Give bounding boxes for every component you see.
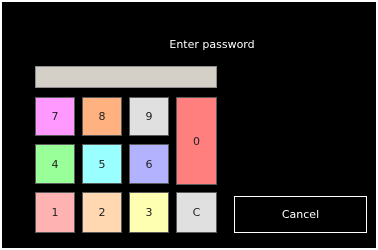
password-dialog: Enter password 7 8 9 0 4 5 6 1 2 3 C Can… [2, 2, 376, 248]
key-7[interactable]: 7 [35, 97, 75, 136]
cancel-button[interactable]: Cancel [234, 196, 367, 233]
key-5[interactable]: 5 [82, 144, 122, 184]
key-2[interactable]: 2 [82, 192, 122, 233]
dialog-title: Enter password [169, 38, 255, 51]
key-6[interactable]: 6 [129, 144, 169, 184]
password-field[interactable] [35, 66, 217, 88]
key-0[interactable]: 0 [176, 97, 217, 185]
key-1[interactable]: 1 [35, 192, 75, 233]
key-3[interactable]: 3 [129, 192, 169, 233]
key-4[interactable]: 4 [35, 144, 75, 184]
key-8[interactable]: 8 [82, 97, 122, 136]
key-9[interactable]: 9 [129, 97, 169, 136]
key-clear[interactable]: C [176, 192, 217, 233]
